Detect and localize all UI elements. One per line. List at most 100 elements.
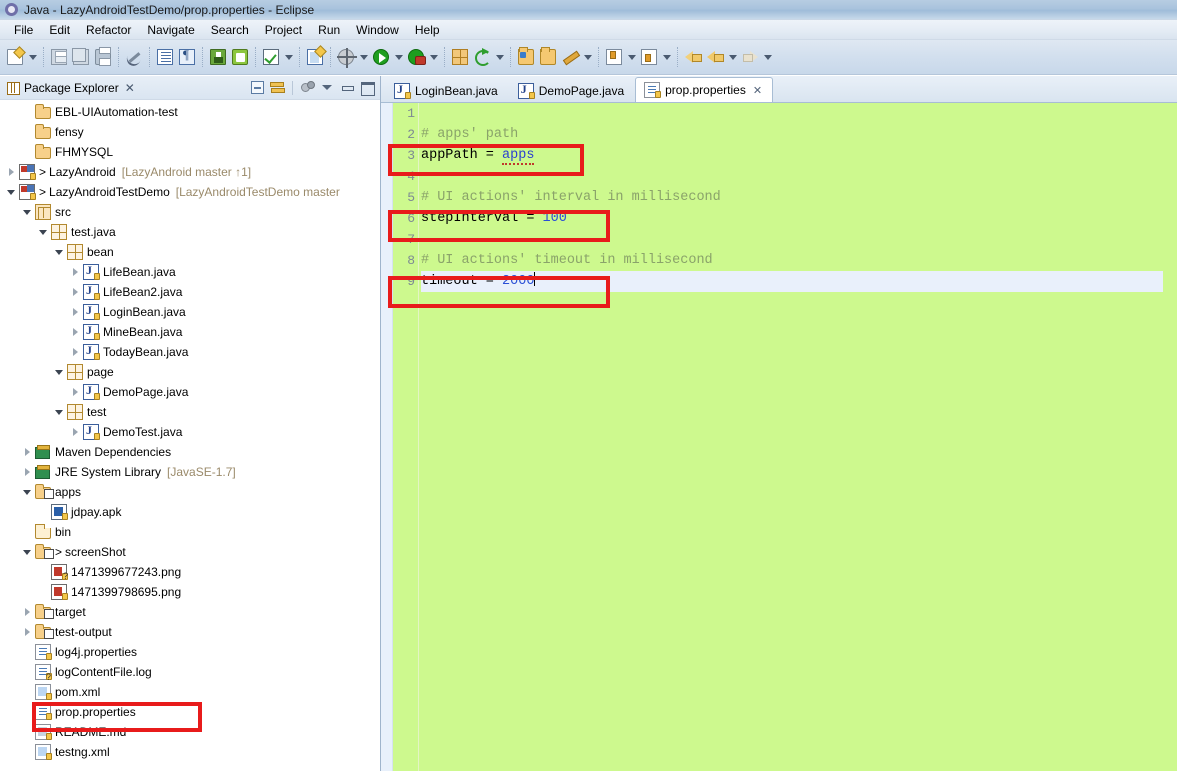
open-task-button[interactable] [154,45,176,69]
tree-item[interactable]: > LazyAndroidTestDemo [LazyAndroidTestDemo… [0,182,380,202]
twisty-expanded-icon[interactable] [22,487,33,498]
code-line[interactable] [421,166,1163,187]
tree-item[interactable]: > screenShot [0,542,380,562]
code-line-empty[interactable] [421,628,1163,649]
twisty-expanded-icon[interactable] [54,247,65,258]
code-line-empty[interactable] [421,649,1163,670]
code-line-empty[interactable] [421,376,1163,397]
tree-item[interactable]: DemoTest.java [0,422,380,442]
tree-item[interactable]: > LazyAndroid [LazyAndroid master ↑1] [0,162,380,182]
tree-item[interactable]: DemoPage.java [0,382,380,402]
open-type-button[interactable] [515,45,537,69]
link-with-editor-icon[interactable] [269,79,286,96]
tree-item[interactable]: target [0,602,380,622]
twisty-collapsed-icon[interactable] [70,387,81,398]
tree-item[interactable]: src [0,202,380,222]
twisty-collapsed-icon[interactable] [22,467,33,478]
code-line-empty[interactable] [421,502,1163,523]
editor-annotation-ruler[interactable] [381,103,393,771]
code-line[interactable]: # apps' path [421,124,1163,145]
last-edit-location-button[interactable] [682,45,704,69]
view-menu-icon[interactable] [299,79,316,96]
menu-project[interactable]: Project [257,22,310,38]
twisty-expanded-icon[interactable] [54,407,65,418]
tree-item[interactable]: fensy [0,122,380,142]
close-icon[interactable]: ✕ [125,82,135,94]
print-button[interactable] [92,45,114,69]
tree-item[interactable]: test.java [0,222,380,242]
new-dropdown-arrow[interactable] [26,45,39,69]
editor-tab[interactable]: LoginBean.java [385,78,509,102]
twisty-collapsed-icon[interactable] [22,627,33,638]
code-line-empty[interactable] [421,292,1163,313]
twisty-collapsed-icon[interactable] [6,167,17,178]
new-button[interactable] [4,45,26,69]
tree-item[interactable]: log4j.properties [0,642,380,662]
tree-item[interactable]: pom.xml [0,682,380,702]
editor-tab[interactable]: DemoPage.java [509,78,635,102]
tree-item[interactable]: EBL-UIAutomation-test [0,102,380,122]
run-dropdown-arrow[interactable] [392,45,405,69]
back-button[interactable] [704,45,726,69]
tree-item[interactable]: README.md [0,722,380,742]
search-button[interactable] [559,45,581,69]
twisty-expanded-icon[interactable] [22,547,33,558]
code-line-empty[interactable] [421,439,1163,460]
twisty-expanded-icon[interactable] [22,207,33,218]
code-line-empty[interactable] [421,418,1163,439]
project-tree[interactable]: EBL-UIAutomation-test fensy FHMYSQL > LazyAn… [0,100,380,771]
save-all-button[interactable] [70,45,92,69]
tree-item[interactable]: apps [0,482,380,502]
twisty-collapsed-icon[interactable] [22,607,33,618]
tree-item[interactable]: bean [0,242,380,262]
external-tools-button[interactable] [405,45,427,69]
search-dropdown-arrow[interactable] [581,45,594,69]
tree-item[interactable]: testng.xml [0,742,380,762]
new-package-button[interactable] [449,45,471,69]
code-line-empty[interactable] [421,565,1163,586]
android-avd-manager-button[interactable] [229,45,251,69]
menu-edit[interactable]: Edit [41,22,78,38]
menu-window[interactable]: Window [348,22,407,38]
forward-button[interactable] [739,45,761,69]
chevron-down-icon[interactable] [319,79,336,96]
external-tools-dropdown-arrow[interactable] [427,45,440,69]
tree-item[interactable]: jdpay.apk [0,502,380,522]
tree-item[interactable]: page [0,362,380,382]
tree-item[interactable]: MineBean.java [0,322,380,342]
code-line-empty[interactable] [421,544,1163,565]
twisty-expanded-icon[interactable] [54,367,65,378]
twisty-collapsed-icon[interactable] [70,287,81,298]
tree-item[interactable]: ? logContentFile.log [0,662,380,682]
run-button[interactable] [370,45,392,69]
twisty-expanded-icon[interactable] [6,187,17,198]
tree-item[interactable]: prop.properties [0,702,380,722]
code-line-empty[interactable] [421,691,1163,712]
tree-item[interactable]: JRE System Library [JavaSE-1.7] [0,462,380,482]
tree-item[interactable]: Maven Dependencies [0,442,380,462]
menu-file[interactable]: File [6,22,41,38]
twisty-collapsed-icon[interactable] [22,447,33,458]
tree-item[interactable]: bin [0,522,380,542]
menu-search[interactable]: Search [203,22,257,38]
tree-item[interactable]: FHMYSQL [0,142,380,162]
collapse-all-icon[interactable] [251,81,264,94]
next-annotation-dropdown-arrow[interactable] [625,45,638,69]
previous-annotation-button[interactable] [638,45,660,69]
tree-item[interactable]: test-output [0,622,380,642]
debug-button[interactable] [335,45,357,69]
code-line[interactable] [421,103,1163,124]
code-line[interactable] [421,229,1163,250]
tree-item[interactable]: 1471399798695.png [0,582,380,602]
twisty-collapsed-icon[interactable] [70,427,81,438]
tree-item[interactable]: test [0,402,380,422]
tree-item[interactable]: LifeBean.java [0,262,380,282]
minimize-icon[interactable] [339,79,356,96]
menu-refactor[interactable]: Refactor [78,22,139,38]
code-line-empty[interactable] [421,355,1163,376]
code-line-empty[interactable] [421,670,1163,691]
show-whitespace-button[interactable] [176,45,198,69]
editor-overview-ruler[interactable] [1163,103,1177,771]
android-sdk-manager-button[interactable] [207,45,229,69]
tree-item[interactable]: LifeBean2.java [0,282,380,302]
